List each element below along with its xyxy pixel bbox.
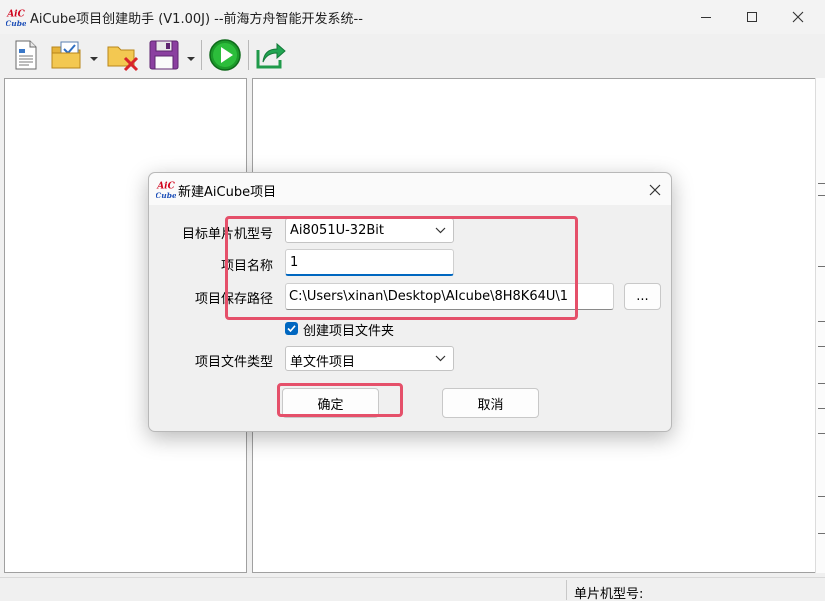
minimize-icon (701, 17, 711, 18)
open-project-dropdown[interactable] (89, 52, 99, 61)
svg-text:Cube: Cube (156, 191, 176, 200)
edge-mark (818, 321, 825, 322)
dialog-title: 新建AiCube项目 (178, 185, 277, 200)
save-dropdown[interactable] (186, 52, 196, 61)
create-folder-checkbox[interactable] (285, 322, 298, 335)
close-icon (649, 184, 661, 196)
browse-button[interactable]: ... (624, 283, 661, 310)
edge-mark (818, 433, 825, 434)
export-icon (256, 42, 286, 69)
dialog-titlebar: AiC Cube 新建AiCube项目 (149, 173, 671, 205)
checkmark-icon (287, 325, 296, 333)
create-folder-label: 创建项目文件夹 (303, 324, 395, 339)
run-button[interactable] (208, 38, 242, 72)
chevron-down-icon (435, 355, 446, 362)
cancel-button[interactable]: 取消 (442, 388, 539, 418)
edge-mark (818, 496, 825, 497)
close-project-button[interactable] (106, 38, 140, 72)
close-project-icon (107, 46, 139, 72)
project-path-input[interactable] (285, 283, 614, 310)
mcu-select[interactable]: Ai8051U-32Bit (285, 218, 454, 243)
ok-button[interactable]: 确定 (282, 388, 379, 418)
app-logo: AiC Cube (5, 8, 27, 29)
run-icon (209, 39, 241, 71)
dialog-close-button[interactable] (644, 179, 666, 201)
dropdown-arrow-icon (187, 57, 195, 61)
maximize-button[interactable] (729, 0, 775, 34)
edge-mark (818, 533, 825, 534)
aicube-logo-icon: AiC Cube (155, 182, 177, 201)
maximize-icon (747, 12, 757, 22)
close-icon (792, 11, 804, 23)
new-file-button[interactable] (9, 38, 43, 72)
right-edge-strip (815, 78, 825, 573)
file-type-select-value: 单文件项目 (290, 355, 356, 370)
export-button[interactable] (254, 38, 288, 72)
mcu-select-value: Ai8051U-32Bit (290, 223, 384, 238)
status-mcu-label: 单片机型号: (574, 587, 644, 601)
edge-mark (818, 408, 825, 409)
edge-mark (818, 383, 825, 384)
save-button[interactable] (147, 38, 181, 72)
open-project-button[interactable] (50, 38, 84, 72)
svg-text:AiC: AiC (6, 10, 25, 20)
open-project-icon (51, 41, 81, 69)
edge-mark (818, 183, 825, 184)
edge-mark (818, 346, 825, 347)
window-titlebar: AiC Cube AiCube项目创建助手 (V1.00J) --前海方舟智能开… (0, 0, 825, 34)
dropdown-arrow-icon (90, 57, 98, 61)
svg-text:Cube: Cube (6, 19, 26, 28)
toolbar (0, 34, 825, 76)
close-window-button[interactable] (775, 0, 821, 34)
file-type-label: 项目文件类型 (194, 355, 273, 370)
project-name-label: 项目名称 (220, 259, 273, 274)
project-name-input[interactable] (285, 249, 454, 276)
aicube-logo-icon: AiC Cube (5, 10, 27, 29)
minimize-button[interactable] (683, 0, 729, 34)
mcu-label: 目标单片机型号 (181, 227, 273, 242)
svg-text:AiC: AiC (156, 182, 175, 192)
toolbar-separator (248, 40, 249, 70)
statusbar: 单片机型号: (0, 577, 825, 601)
new-file-icon (15, 40, 37, 70)
toolbar-separator (201, 40, 202, 70)
chevron-down-icon (435, 227, 446, 234)
edge-mark (818, 195, 825, 196)
window-title: AiCube项目创建助手 (V1.00J) --前海方舟智能开发系统-- (30, 12, 363, 27)
status-divider (566, 580, 567, 600)
edge-mark (818, 266, 825, 267)
file-type-select[interactable]: 单文件项目 (285, 346, 454, 371)
project-path-label: 项目保存路径 (194, 292, 273, 307)
dialog-logo: AiC Cube (155, 180, 177, 201)
save-icon (149, 40, 179, 70)
new-project-dialog: AiC Cube 新建AiCube项目 目标单片机型号 Ai8051U-32Bi… (148, 172, 672, 432)
